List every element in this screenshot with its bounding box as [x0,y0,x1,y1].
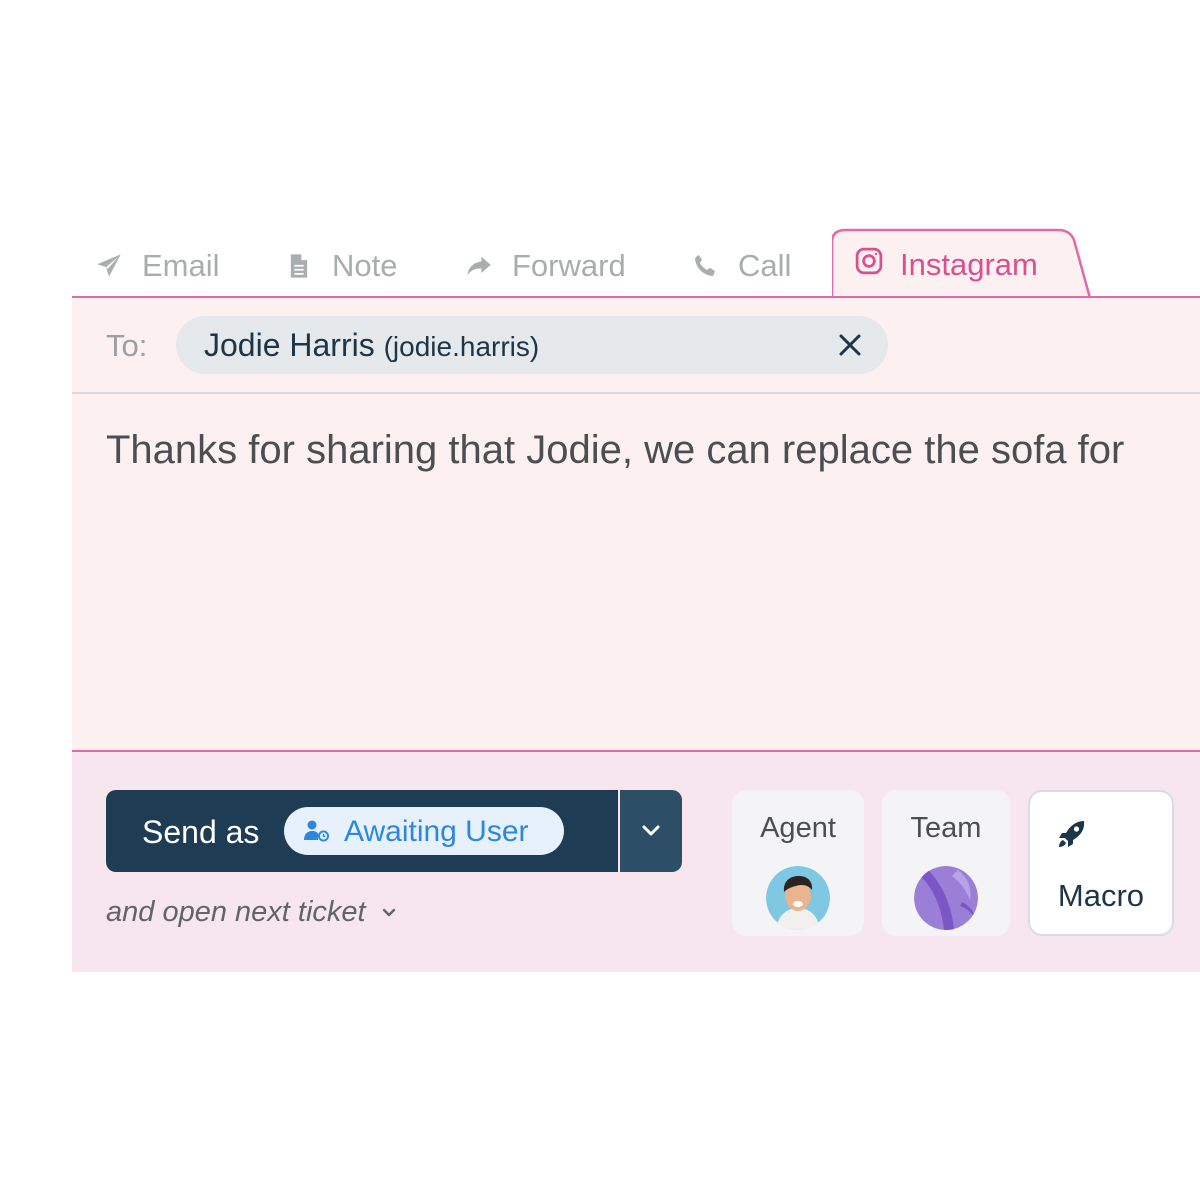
agent-label: Agent [760,812,836,844]
tab-label: Call [738,248,792,283]
tab-label: Email [142,248,220,283]
tab-note[interactable]: Note [284,244,397,288]
composer-footer: Send as Awaiting User and open next tick… [72,750,1200,972]
chevron-down-icon [382,908,395,916]
recipient-row: To: Jodie Harris (jodie.harris) [72,298,1200,394]
macro-label: Macro [1057,878,1145,913]
send-label: Send as [142,814,260,850]
tab-instagram[interactable]: Instagram [832,228,1092,300]
recipient-handle: (jodie.harris) [383,331,540,362]
status-pill[interactable]: Awaiting User [284,807,564,855]
to-label: To: [106,328,148,363]
tab-forward[interactable]: Forward [464,244,626,288]
forward-arrow-icon [464,251,494,281]
recipient-chip[interactable]: Jodie Harris (jodie.harris) [176,316,888,374]
channel-tabs: Email Note Forward Call Instagram [72,228,1200,300]
message-text-area[interactable]: Thanks for sharing that Jodie, we can re… [106,428,1124,473]
instagram-icon [854,246,884,284]
tab-label: Instagram [900,247,1038,282]
team-selector[interactable]: Team [882,790,1010,936]
status-label: Awaiting User [344,815,529,848]
team-avatar [914,866,978,930]
recipient-name: Jodie Harris [204,327,375,363]
send-options-button[interactable] [620,790,682,872]
open-next-label: and open next ticket [106,896,366,928]
reply-composer-screen: Email Note Forward Call Instagram To: Jo… [0,0,1200,1200]
paper-plane-icon [94,251,124,281]
tab-call[interactable]: Call [690,244,791,288]
tab-label: Forward [512,248,626,283]
macro-button[interactable]: Macro [1028,790,1174,936]
team-label: Team [910,812,982,844]
rocket-icon [1056,818,1088,850]
recipient-name-text: Jodie Harris (jodie.harris) [204,327,539,364]
user-clock-icon [304,819,330,843]
tab-email[interactable]: Email [94,244,220,288]
phone-icon [690,251,720,281]
reply-composer: To: Jodie Harris (jodie.harris) Thanks f… [72,296,1200,972]
tab-label: Note [332,248,398,283]
document-icon [284,251,314,281]
chevron-down-icon [642,825,660,836]
send-button[interactable]: Send as Awaiting User [106,790,618,872]
agent-avatar [766,866,830,930]
close-icon[interactable] [834,329,866,361]
agent-selector[interactable]: Agent [732,790,864,936]
open-next-ticket-toggle[interactable]: and open next ticket [106,896,398,929]
